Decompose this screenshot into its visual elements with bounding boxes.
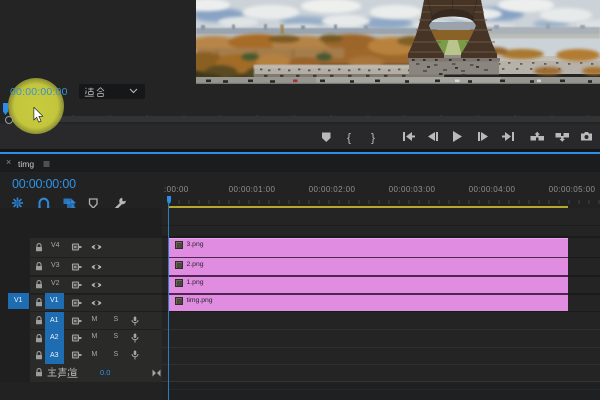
svg-text:{: { [347, 131, 351, 145]
svg-text:}: } [371, 131, 375, 145]
